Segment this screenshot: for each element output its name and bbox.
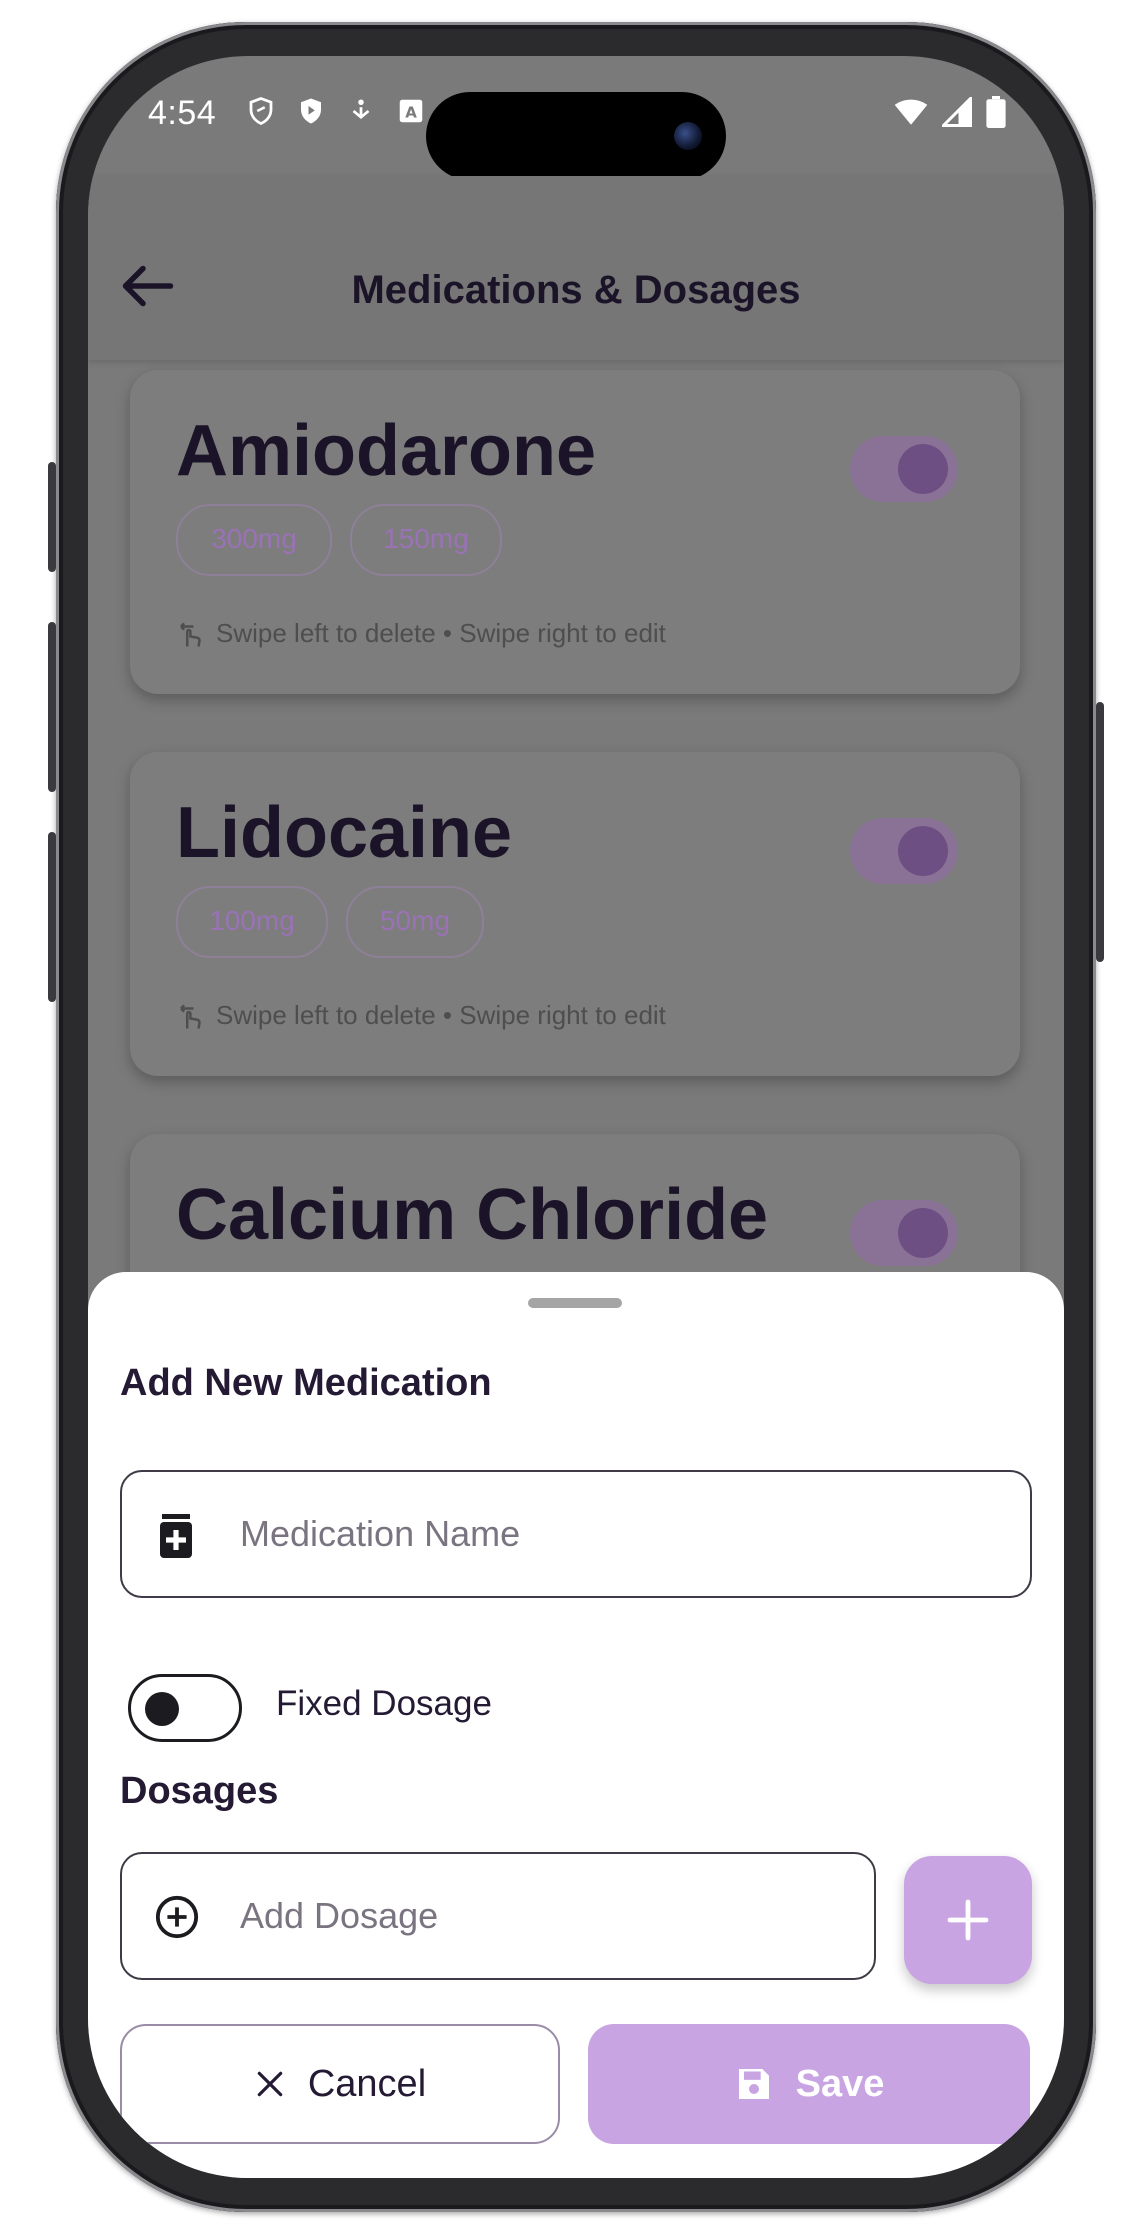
notification-icons: A [246,96,426,126]
medication-name: Calcium Chloride [176,1175,769,1255]
front-camera [674,122,702,150]
status-time: 4:54 [148,94,217,132]
add-dosage-button[interactable] [904,1856,1032,1984]
medication-enabled-toggle[interactable] [850,1200,958,1266]
medication-name-placeholder: Medication Name [240,1513,521,1554]
medication-name-input[interactable]: Medication Name [120,1470,1032,1598]
power-button [1096,702,1104,962]
action-button [48,462,56,572]
medication-bottle-icon [160,1514,192,1558]
swipe-hint: Swipe left to delete • Swipe right to ed… [176,618,666,649]
add-medication-sheet: Add New Medication Medication Name Fixed… [88,1272,1064,2178]
switch-knob [145,1692,179,1726]
toggle-knob [898,444,948,494]
toggle-knob [898,1208,948,1258]
fixed-dosage-label: Fixed Dosage [276,1684,492,1723]
screen: 4:54 A Medications & Dosages Amiodarone … [88,56,1064,2178]
cancel-button[interactable]: Cancel [120,2024,560,2144]
toggle-knob [898,826,948,876]
drag-handle[interactable] [528,1298,622,1308]
dosage-placeholder: Add Dosage [240,1895,439,1936]
dosage-chip[interactable]: 50mg [346,886,484,958]
dosage-input[interactable]: Add Dosage [120,1852,876,1980]
medication-name: Lidocaine [176,793,513,873]
volume-down-button [48,832,56,1002]
save-disk-icon [738,2069,769,2099]
medication-enabled-toggle[interactable] [850,436,958,502]
dosages-heading: Dosages [120,1770,279,1812]
dosage-chip[interactable]: 150mg [350,504,502,576]
medication-card[interactable]: Amiodarone 300mg 150mg Swipe left to del… [130,370,1020,694]
dynamic-island [426,92,726,180]
app-bar: Medications & Dosages [88,176,1064,360]
shield-icon [249,97,273,126]
signal-icon [942,97,972,127]
plus-icon [947,1899,989,1941]
system-icons [894,96,1006,128]
sheet-title: Add New Medication [120,1362,492,1404]
save-label: Save [795,2062,885,2105]
swipe-hint: Swipe left to delete • Swipe right to ed… [176,1000,666,1031]
translate-icon: A [399,99,423,123]
add-circle-icon [155,1895,199,1939]
battery-icon [986,96,1006,128]
status-bar: 4:54 A [88,56,1064,180]
swipe-hand-icon [180,621,201,647]
svg-text:A: A [405,103,417,121]
page-title: Medications & Dosages [351,268,801,312]
swipe-hand-icon [180,1003,201,1029]
swipe-hint-text: Swipe left to delete • Swipe right to ed… [216,618,666,648]
cancel-label: Cancel [307,2062,427,2105]
accessibility-icon [352,99,370,120]
wifi-icon [894,99,928,125]
medication-enabled-toggle[interactable] [850,818,958,884]
medication-card[interactable]: Lidocaine 100mg 50mg Swipe left to delet… [130,752,1020,1076]
close-icon [257,2071,283,2097]
swipe-hint-text: Swipe left to delete • Swipe right to ed… [216,1000,666,1030]
save-button[interactable]: Save [588,2024,1030,2144]
fixed-dosage-switch[interactable] [128,1674,242,1742]
play-shield-icon [301,98,321,124]
medication-name: Amiodarone [176,411,597,491]
dosage-chip[interactable]: 100mg [176,886,328,958]
dosage-chip[interactable]: 300mg [176,504,332,576]
volume-up-button [48,622,56,792]
